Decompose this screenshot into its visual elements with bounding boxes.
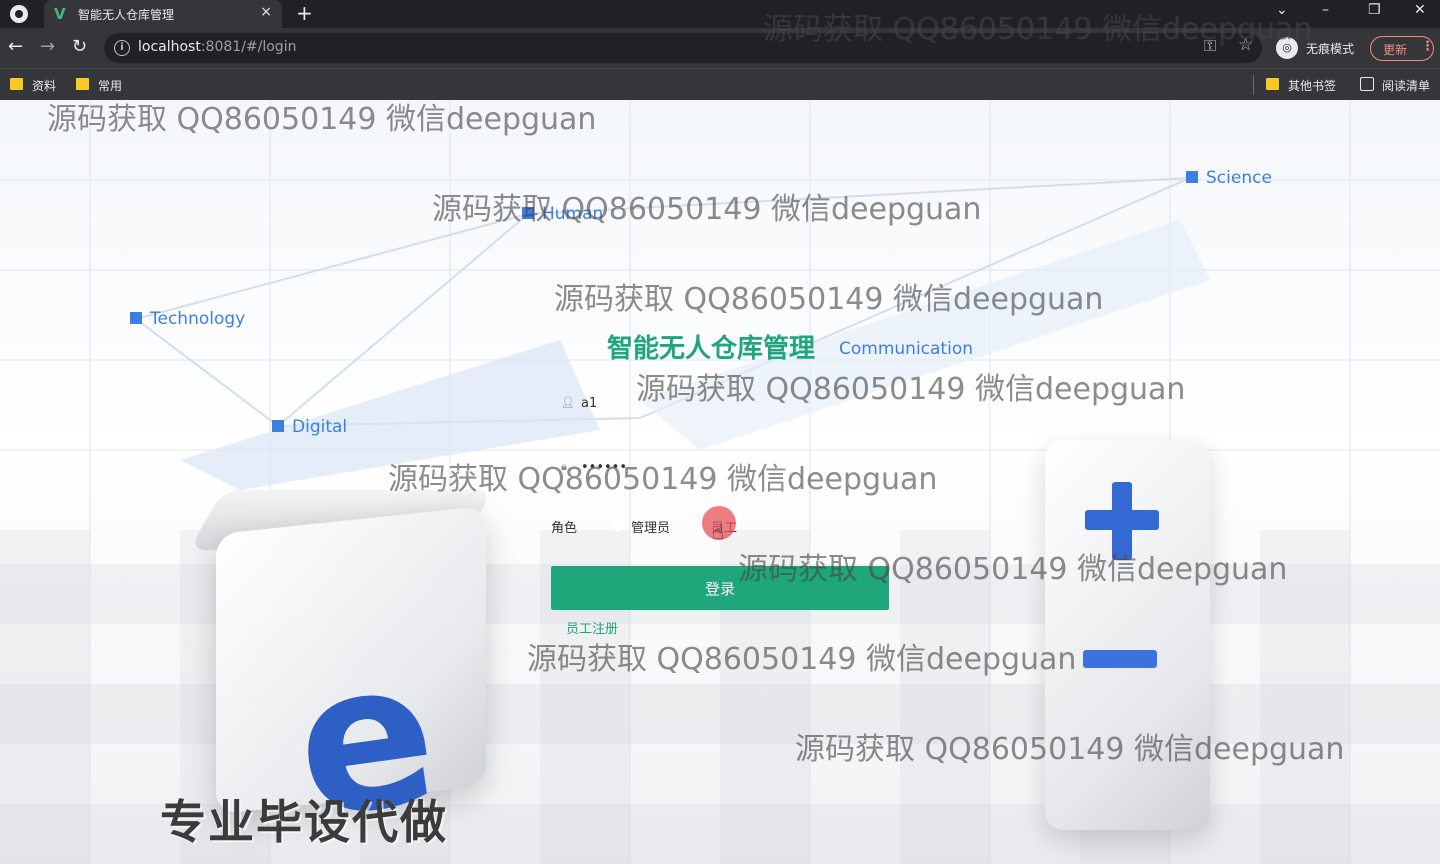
tab-close-icon[interactable]: ×: [260, 4, 272, 20]
folder-icon: [1266, 78, 1279, 90]
back-arrow-icon[interactable]: ←: [8, 36, 23, 57]
bg-label-text: Science: [1206, 168, 1272, 188]
reading-list-label: 阅读清单: [1382, 79, 1431, 93]
url-text[interactable]: localhost:8081/#/login: [138, 39, 296, 55]
reading-list-icon: [1360, 77, 1374, 91]
update-button[interactable]: 更新 ⋮: [1370, 36, 1434, 61]
employee-register-link[interactable]: 员工注册: [566, 618, 618, 637]
browser-tab-bar: V 智能无人仓库管理 × + ⌄ – ❐ ✕: [0, 0, 1440, 28]
kebab-menu-icon: ⋮: [1421, 39, 1434, 54]
login-page: Science Human Technology Communication D…: [0, 100, 1440, 864]
bg-label-digital: Digital: [272, 417, 347, 437]
login-button[interactable]: 登录: [551, 566, 889, 610]
bg-label-science: Science: [1186, 168, 1272, 188]
bg-label-text: Communication: [839, 339, 973, 359]
plus-icon-vertical: [1112, 482, 1132, 560]
hand-cursor-icon: ☝: [712, 520, 725, 544]
promo-banner-text: 专业毕设代做: [160, 795, 448, 849]
bookmark-star-icon[interactable]: ☆: [1238, 35, 1253, 55]
lock-icon: 🔒︎: [561, 460, 567, 473]
tab-title: 智能无人仓库管理: [78, 8, 175, 22]
address-bar[interactable]: i localhost:8081/#/login ⚿ ☆: [104, 33, 1262, 63]
bookmark-label: 资料: [32, 79, 57, 93]
close-window-button[interactable]: ✕: [1414, 2, 1426, 18]
bg-label-human: Human: [522, 204, 603, 224]
bookmark-divider: [1253, 75, 1254, 95]
bg-label-text: Technology: [150, 309, 246, 329]
forward-arrow-icon[interactable]: →: [40, 36, 55, 57]
username-input[interactable]: [581, 392, 871, 414]
role-label: 角色: [551, 521, 578, 536]
square-bullet-icon: [522, 207, 534, 219]
e-cube-graphic: e: [186, 490, 496, 864]
incognito-icon: ◎: [1276, 37, 1298, 59]
incognito-indicator[interactable]: ◎ 无痕模式: [1276, 37, 1358, 59]
bg-label-text: Human: [542, 204, 604, 224]
user-icon: 👤︎: [561, 396, 575, 409]
new-tab-button[interactable]: +: [296, 1, 313, 25]
bg-label-communication: Communication: [839, 339, 973, 359]
incognito-label: 无痕模式: [1306, 42, 1355, 56]
bookmarks-bar: 资料 常用 其他书签 阅读清单: [0, 68, 1440, 100]
url-host: localhost: [138, 39, 201, 55]
vue-favicon-icon: V: [54, 5, 66, 23]
folder-icon: [76, 78, 89, 90]
bookmark-label: 常用: [98, 79, 123, 93]
plus-minus-cube-graphic: [1045, 430, 1215, 830]
site-info-icon[interactable]: i: [114, 40, 130, 56]
password-input[interactable]: [581, 456, 871, 478]
password-field[interactable]: 🔒︎: [551, 448, 889, 486]
minus-icon: [1083, 650, 1157, 668]
login-title: 智能无人仓库管理: [607, 334, 816, 364]
url-path: :8081/#/login: [200, 39, 297, 55]
minimize-button[interactable]: –: [1322, 2, 1329, 18]
browser-toolbar: ← → ↻ i localhost:8081/#/login ⚿ ☆ ◎ 无痕模…: [0, 28, 1440, 68]
restore-button[interactable]: ❐: [1368, 2, 1381, 18]
square-bullet-icon: [130, 312, 142, 324]
square-bullet-icon: [272, 420, 284, 432]
other-bookmarks-label: 其他书签: [1288, 79, 1337, 93]
browser-tab[interactable]: V 智能无人仓库管理 ×: [44, 0, 282, 28]
username-field[interactable]: 👤︎: [551, 384, 889, 422]
update-label: 更新: [1383, 43, 1408, 57]
reload-icon[interactable]: ↻: [72, 36, 87, 57]
bg-label-text: Digital: [292, 417, 348, 437]
bg-label-technology: Technology: [130, 309, 245, 329]
square-bullet-icon: [1186, 171, 1198, 183]
chrome-logo-icon: [10, 5, 28, 23]
folder-icon: [10, 78, 23, 90]
radio-admin-label[interactable]: 管理员: [631, 517, 670, 536]
password-key-icon[interactable]: ⚿: [1204, 36, 1216, 56]
radio-admin[interactable]: [611, 518, 625, 532]
tab-search-chevron-icon[interactable]: ⌄: [1276, 2, 1288, 18]
